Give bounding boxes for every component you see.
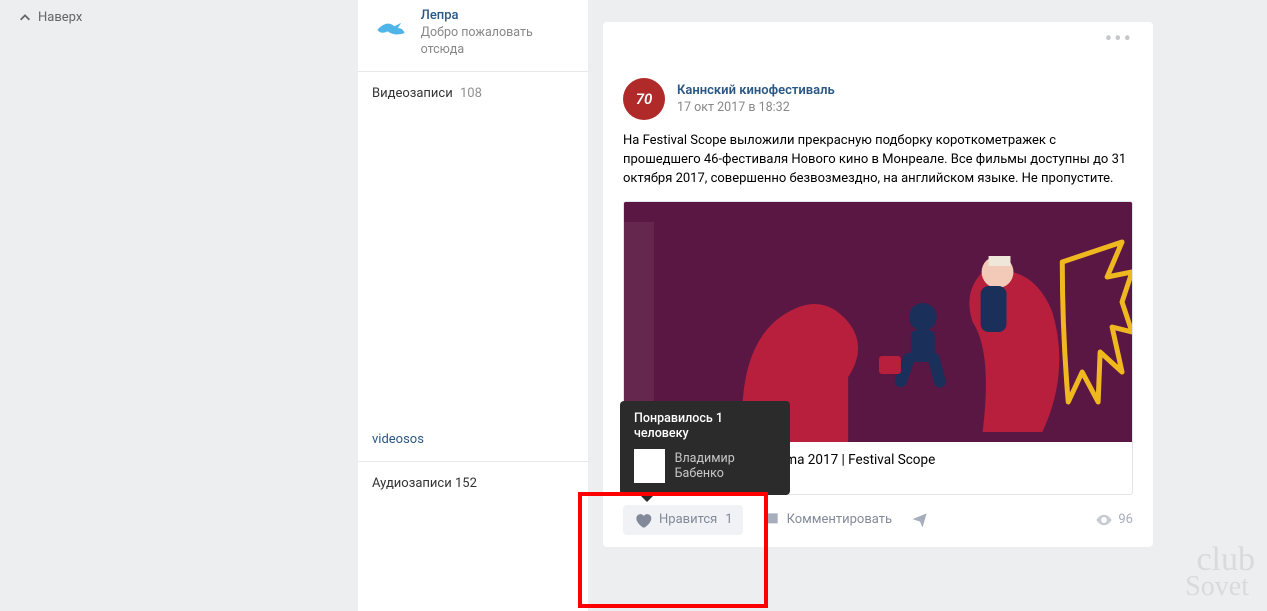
heart-icon bbox=[633, 510, 653, 530]
group-sidebar: Лепра Добро пожаловать отсюда Видеозапис… bbox=[358, 0, 588, 611]
post: ••• 70 Каннский кинофестиваль 17 окт 201… bbox=[603, 22, 1153, 547]
audios-label: Аудиозаписи bbox=[372, 476, 452, 491]
lepra-avatar bbox=[372, 8, 411, 48]
feed-column: ••• 70 Каннский кинофестиваль 17 окт 201… bbox=[603, 0, 1153, 611]
sidebar-section-audios[interactable]: Аудиозаписи 152 bbox=[358, 461, 588, 491]
like-label: Нравится bbox=[659, 512, 717, 527]
post-author-link[interactable]: Каннский кинофестиваль bbox=[677, 83, 835, 98]
watermark: club Sovet bbox=[1185, 546, 1255, 599]
videos-count: 108 bbox=[460, 86, 482, 101]
likers-tooltip: Понравилось 1 человеку Владимир Бабенко bbox=[620, 401, 790, 495]
lepra-title: Лепра bbox=[421, 8, 574, 23]
like-count: 1 bbox=[725, 512, 732, 527]
share-icon bbox=[910, 510, 930, 530]
eye-icon bbox=[1095, 511, 1113, 529]
comment-label: Комментировать bbox=[787, 512, 892, 527]
comment-icon bbox=[761, 510, 781, 530]
scroll-to-top[interactable]: Наверх bbox=[18, 10, 82, 25]
sidebar-section-videos[interactable]: Видеозаписи 108 bbox=[358, 72, 588, 101]
post-actions-menu[interactable]: ••• bbox=[1105, 36, 1133, 44]
share-button[interactable] bbox=[910, 510, 930, 530]
comment-button[interactable]: Комментировать bbox=[761, 510, 892, 530]
tooltip-user-row[interactable]: Владимир Бабенко bbox=[634, 449, 776, 483]
post-date[interactable]: 17 окт 2017 в 18:32 bbox=[677, 100, 835, 115]
views-count: 96 bbox=[1095, 511, 1133, 529]
scroll-top-label: Наверх bbox=[38, 10, 82, 25]
post-text: На Festival Scope выложили прекрасную по… bbox=[623, 132, 1133, 189]
videos-label: Видеозаписи bbox=[372, 86, 453, 101]
lepra-subtitle: Добро пожаловать отсюда bbox=[421, 25, 574, 59]
tooltip-user-name: Владимир Бабенко bbox=[675, 451, 776, 481]
tooltip-user-avatar bbox=[634, 449, 665, 483]
chevron-up-icon bbox=[18, 11, 32, 25]
audios-count: 152 bbox=[455, 476, 477, 491]
sidebar-video-link[interactable]: videosos bbox=[358, 422, 588, 461]
community-avatar[interactable]: 70 bbox=[623, 78, 665, 120]
sidebar-link-lepra[interactable]: Лепра Добро пожаловать отсюда bbox=[358, 0, 588, 71]
like-button[interactable]: Нравится 1 bbox=[623, 505, 743, 535]
tooltip-title: Понравилось 1 человеку bbox=[634, 411, 776, 441]
